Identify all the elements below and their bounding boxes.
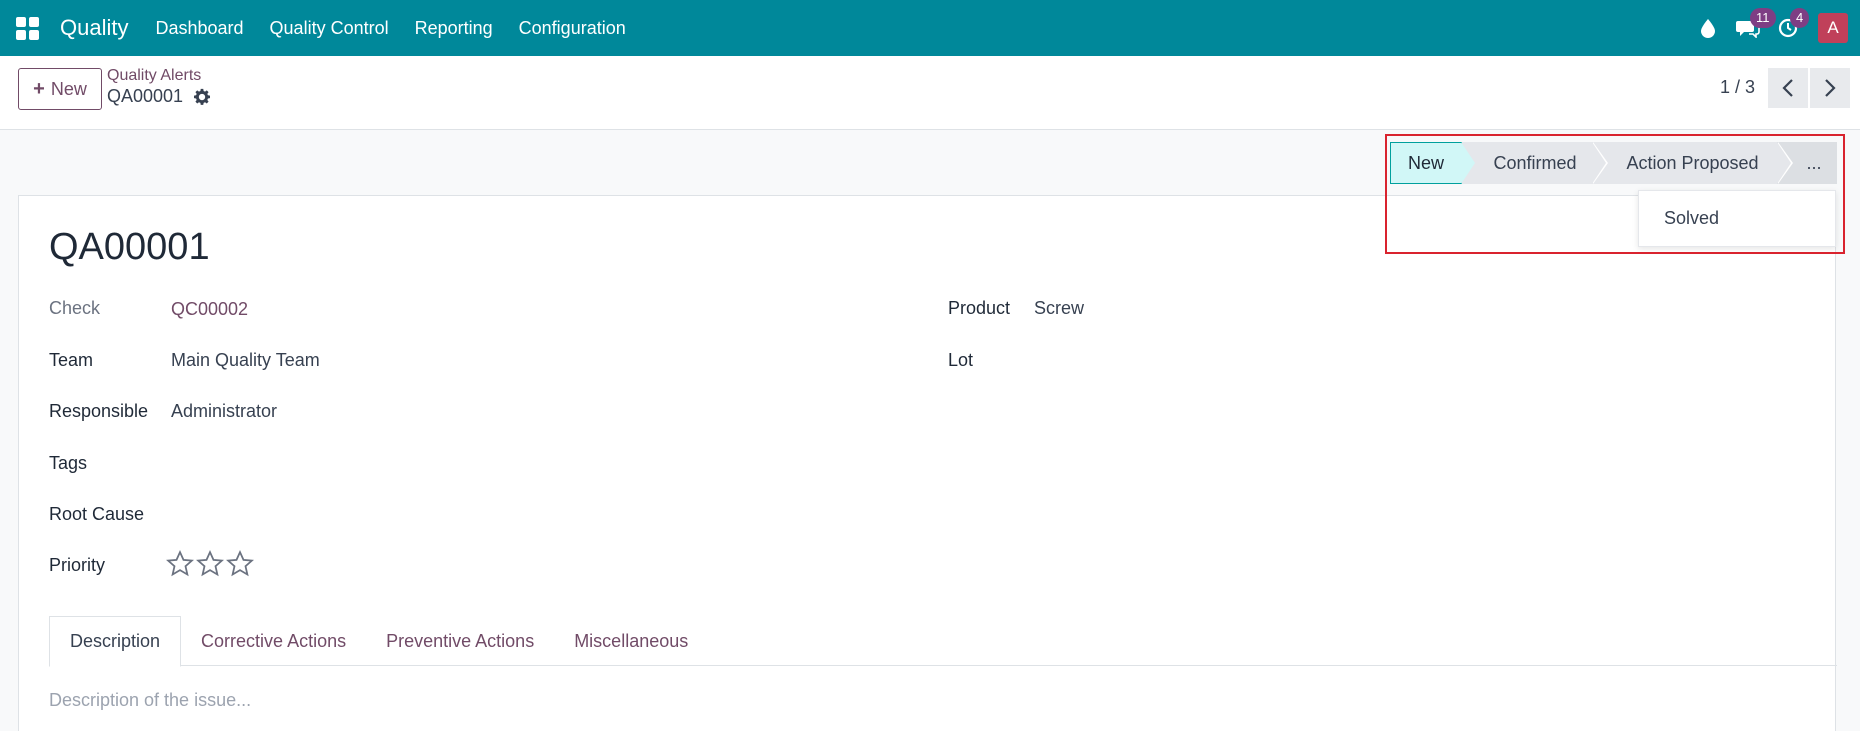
activities-clock-icon[interactable]: 4 [1768,0,1810,56]
notebook-tabs: Description Corrective Actions Preventiv… [49,616,708,667]
responsible-field[interactable]: Administrator [171,401,277,422]
tab-corrective-actions[interactable]: Corrective Actions [181,616,366,666]
product-field[interactable]: Screw [1034,298,1084,319]
stage-solved-option[interactable]: Solved [1664,208,1719,229]
pager-next-button[interactable] [1810,68,1850,108]
tags-field[interactable] [171,453,771,475]
check-value-link[interactable]: QC00002 [171,299,248,320]
new-record-button[interactable]: + New [18,68,102,110]
breadcrumb-quality-alerts[interactable]: Quality Alerts [107,67,201,85]
status-bar: New Confirmed Action Proposed ... [1390,142,1837,184]
priority-label: Priority [49,555,106,575]
priority-stars [165,549,255,579]
product-label: Product [948,298,1011,318]
menu-configuration[interactable]: Configuration [519,18,626,39]
new-button-label: New [50,78,87,99]
chevron-left-icon [1782,79,1793,97]
star-icon[interactable] [165,549,195,579]
tab-description[interactable]: Description [49,616,182,667]
record-name-label: QA00001 [107,86,184,106]
root-cause-field[interactable] [171,504,771,526]
star-icon[interactable] [225,549,255,579]
stage-new[interactable]: New [1390,142,1475,184]
form-sheet: QA00001 Check QC00002 Team Main Quality … [18,195,1837,731]
menu-dashboard[interactable]: Dashboard [155,18,243,39]
navbar-systray: 11 4 A [1688,0,1860,56]
chevron-right-icon [1825,79,1836,97]
stage-dropdown: Solved [1638,190,1836,247]
pager-value[interactable]: 1 / 3 [1720,77,1755,98]
stage-confirmed[interactable]: Confirmed [1462,142,1608,184]
top-navbar: Quality Dashboard Quality Control Report… [0,0,1860,56]
record-title: QA00001 [49,226,210,268]
plus-icon: + [33,77,45,100]
apps-grid-icon[interactable] [14,15,40,41]
description-editor[interactable]: Description of the issue... [49,690,251,711]
team-field[interactable]: Main Quality Team [171,350,320,371]
control-panel: + New Quality Alerts QA00001 1 / 3 [0,56,1860,130]
stage-action-proposed[interactable]: Action Proposed [1592,142,1793,184]
responsible-label: Responsible [49,401,149,421]
lot-label: Lot [948,350,974,370]
tab-miscellaneous[interactable]: Miscellaneous [554,616,708,666]
tab-preventive-actions[interactable]: Preventive Actions [366,616,554,666]
check-label: Check [49,298,101,318]
tags-label: Tags [49,453,88,473]
debug-drop-icon[interactable] [1688,0,1728,56]
activities-badge: 4 [1790,8,1810,28]
user-avatar[interactable]: A [1818,13,1848,43]
root-cause-label: Root Cause [49,504,145,524]
menu-quality-control[interactable]: Quality Control [270,18,389,39]
menu-reporting[interactable]: Reporting [415,18,493,39]
star-icon[interactable] [195,549,225,579]
lot-field[interactable] [1034,350,1634,372]
gear-icon[interactable] [193,88,211,106]
messages-icon[interactable]: 11 [1728,0,1776,56]
pager-previous-button[interactable] [1768,68,1808,108]
app-brand[interactable]: Quality [60,15,128,41]
team-label: Team [49,350,94,370]
breadcrumb-current-record: QA00001 [107,86,211,107]
